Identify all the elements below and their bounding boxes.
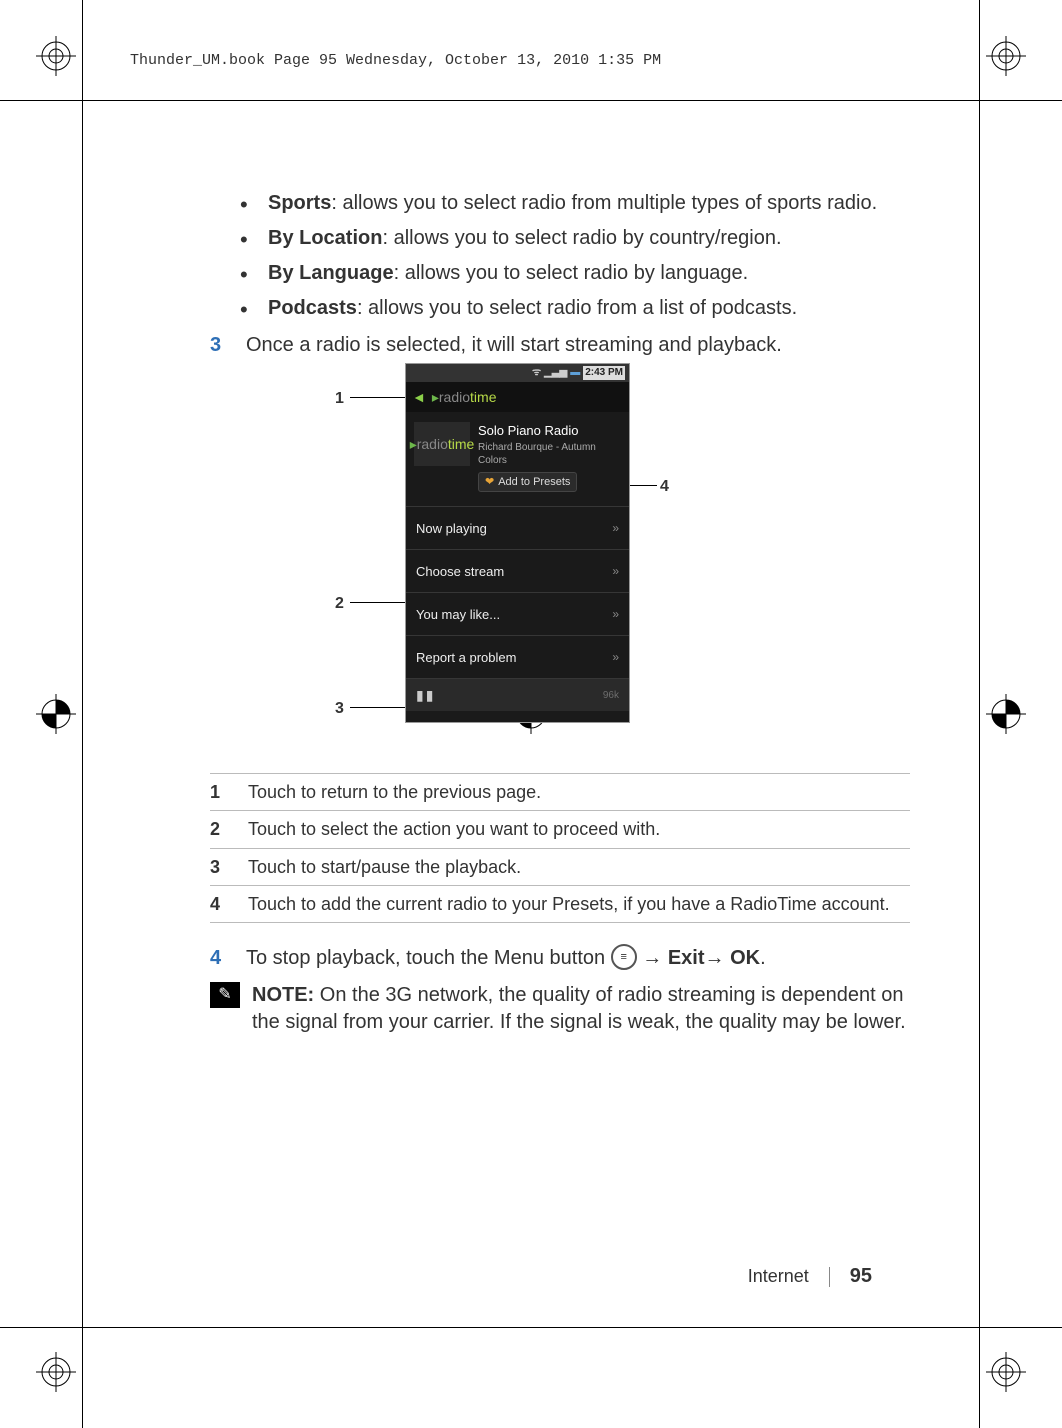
crop-line [979, 0, 980, 1428]
bullet-list: Sports: allows you to select radio from … [240, 190, 910, 322]
station-artwork: ▸radiotime [414, 422, 470, 466]
battery-icon: ▬ [570, 366, 580, 380]
chevron-right-icon: » [612, 520, 619, 536]
track-subtitle: Richard Bourque - Autumn Colors [478, 441, 621, 468]
book-header: Thunder_UM.book Page 95 Wednesday, Octob… [130, 52, 661, 69]
menu-label: Choose stream [416, 563, 504, 581]
now-playing-info: Solo Piano Radio Richard Bourque - Autum… [478, 422, 621, 492]
bullet-label: By Location [268, 227, 382, 249]
crop-line [0, 100, 1062, 101]
page-footer: Internet 95 [748, 1265, 872, 1288]
app-brand: ▸radiotime [432, 388, 497, 407]
wifi-icon: ᯤ [532, 366, 541, 380]
cell-num: 2 [210, 811, 248, 848]
clock-text: 2:43 PM [583, 366, 625, 380]
bullet-desc: : allows you to select radio by country/… [382, 227, 781, 249]
menu-item-choose-stream[interactable]: Choose stream » [406, 549, 629, 592]
callout-4: 4 [660, 476, 669, 498]
chevron-right-icon: » [612, 649, 619, 665]
menu-item-report-problem[interactable]: Report a problem » [406, 635, 629, 679]
bullet-label: By Language [268, 262, 394, 284]
callout-1: 1 [335, 388, 344, 410]
menu-item-now-playing[interactable]: Now playing » [406, 506, 629, 549]
cell-num: 1 [210, 774, 248, 811]
note-block: ✎ NOTE: On the 3G network, the quality o… [210, 982, 910, 1036]
registration-mark-icon [986, 1352, 1026, 1392]
chevron-right-icon: » [612, 606, 619, 622]
callout-2: 2 [335, 593, 344, 615]
menu-label: Now playing [416, 520, 487, 538]
list-item: Podcasts: allows you to select radio fro… [240, 295, 910, 322]
list-item: By Location: allows you to select radio … [240, 225, 910, 252]
footer-divider [829, 1267, 830, 1287]
callout-table: 1Touch to return to the previous page. 2… [210, 773, 910, 923]
page-number: 95 [850, 1265, 872, 1288]
cell-num: 4 [210, 885, 248, 922]
list-item: Sports: allows you to select radio from … [240, 190, 910, 217]
step-4: 4 To stop playback, touch the Menu butto… [210, 945, 910, 972]
cell-text: Touch to return to the previous page. [248, 774, 910, 811]
heart-icon: ❤ [485, 475, 494, 490]
bullet-desc: : allows you to select radio from a list… [357, 297, 797, 319]
bullet-label: Sports [268, 192, 331, 214]
cell-num: 3 [210, 848, 248, 885]
menu-button-icon: ≡ [611, 944, 637, 970]
cell-text: Touch to select the action you want to p… [248, 811, 910, 848]
step-number: 3 [210, 332, 228, 359]
cell-text: Touch to add the current radio to your P… [248, 885, 910, 922]
back-icon[interactable]: ◄ [412, 388, 426, 407]
step-3: 3 Once a radio is selected, it will star… [210, 332, 910, 359]
callout-3: 3 [335, 698, 344, 720]
registration-mark-icon [36, 694, 76, 734]
preset-label: Add to Presets [498, 475, 570, 490]
registration-mark-icon [986, 694, 1026, 734]
bitrate-label: 96k [603, 689, 619, 703]
table-row: 1Touch to return to the previous page. [210, 774, 910, 811]
app-title-bar: ◄ ▸radiotime [406, 382, 629, 412]
bullet-desc: : allows you to select radio by language… [394, 262, 749, 284]
registration-mark-icon [986, 36, 1026, 76]
crop-line [0, 1327, 1062, 1328]
bullet-desc: : allows you to select radio from multip… [331, 192, 877, 214]
menu-label: Report a problem [416, 649, 516, 667]
manual-page: Thunder_UM.book Page 95 Wednesday, Octob… [0, 0, 1062, 1428]
note-text: NOTE: On the 3G network, the quality of … [252, 982, 910, 1036]
playback-bar: ▮▮ 96k [406, 679, 629, 711]
callout-line [350, 397, 412, 398]
signal-icon: ▁▃▅ [544, 366, 567, 380]
registration-mark-icon [36, 36, 76, 76]
table-row: 2Touch to select the action you want to … [210, 811, 910, 848]
crop-line [82, 0, 83, 1428]
add-to-presets-button[interactable]: ❤ Add to Presets [478, 472, 577, 493]
chevron-right-icon: » [612, 563, 619, 579]
menu-list: Now playing » Choose stream » You may like… [406, 506, 629, 679]
table-row: 4Touch to add the current radio to your … [210, 885, 910, 922]
callout-line [350, 602, 405, 603]
now-playing-card: ▸radiotime Solo Piano Radio Richard Bour… [406, 412, 629, 496]
phone-screenshot: ᯤ ▁▃▅ ▬ 2:43 PM ◄ ▸radiotime ▸radiotime … [405, 363, 630, 723]
list-item: By Language: allows you to select radio … [240, 260, 910, 287]
note-icon: ✎ [210, 982, 240, 1008]
step-text: Once a radio is selected, it will start … [246, 332, 782, 359]
status-bar: ᯤ ▁▃▅ ▬ 2:43 PM [406, 364, 629, 382]
section-name: Internet [748, 1266, 809, 1287]
screenshot-figure: 1 2 3 4 ᯤ ▁▃▅ ▬ 2:43 PM ◄ ▸radiotim [210, 363, 910, 753]
menu-item-you-may-like[interactable]: You may like... » [406, 592, 629, 635]
step-text: To stop playback, touch the Menu button … [246, 945, 766, 972]
body-text: Sports: allows you to select radio from … [210, 190, 910, 1036]
cell-text: Touch to start/pause the playback. [248, 848, 910, 885]
step-number: 4 [210, 945, 228, 972]
pause-icon[interactable]: ▮▮ [416, 686, 435, 705]
registration-mark-icon [36, 1352, 76, 1392]
menu-label: You may like... [416, 606, 500, 624]
table-row: 3Touch to start/pause the playback. [210, 848, 910, 885]
bullet-label: Podcasts [268, 297, 357, 319]
station-title: Solo Piano Radio [478, 422, 621, 440]
